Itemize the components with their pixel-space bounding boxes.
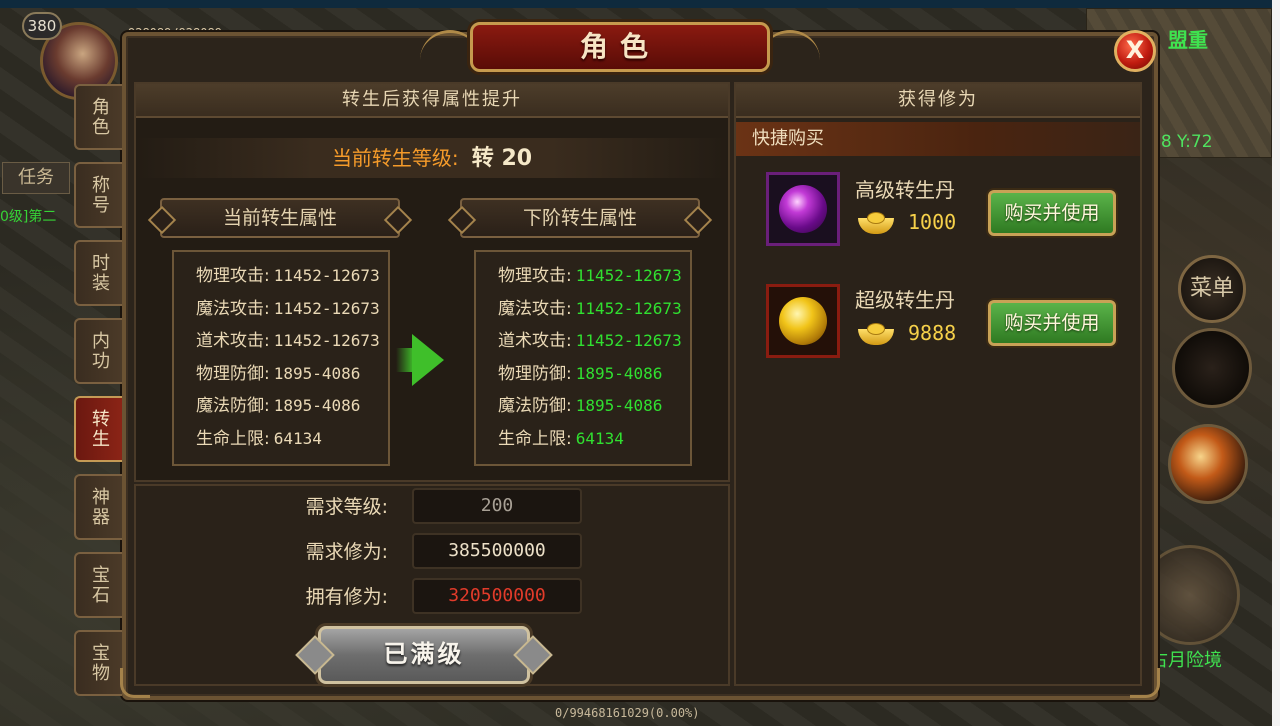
attr-row: 魔法防御: 1895-4086 [196,390,388,423]
quick-buy-bar: 快捷购买 [736,122,1140,156]
attr-name: 道术攻击: [498,331,572,351]
skill-slot-fire-icon[interactable] [1168,424,1248,504]
tab-rebirth[interactable]: 转生 [74,396,122,462]
close-button[interactable]: X [1114,30,1156,72]
attr-name: 魔法防御: [196,396,270,416]
rebirth-section-header: 转生后获得属性提升 [136,84,728,118]
corner-ornament-left [120,668,150,698]
attr-row: 生命上限: 64134 [498,423,690,456]
attr-name: 魔法攻击: [498,298,572,319]
attr-value: 11452-12673 [575,266,682,285]
corner-ornament-right [1130,668,1160,698]
max-level-button[interactable]: 已满级 [318,626,530,684]
gold-orb-icon[interactable] [766,284,840,358]
tab-treasure[interactable]: 宝物 [74,630,122,696]
item-name: 超级转生丹 [855,288,955,312]
attr-name: 生命上限: [196,428,270,449]
own-cultivation-label: 拥有修为: [305,586,388,608]
attr-row: 物理防御: 1895-4086 [498,358,690,391]
req-cultivation-row: 需求修为: 385500000 [270,533,590,571]
task-button[interactable]: 任务 [2,162,70,194]
attr-row: 道术攻击: 11452-12673 [196,325,388,358]
attr-value: 11452-12673 [273,266,380,285]
ingot-top [867,212,885,224]
attr-value: 1895-4086 [273,363,361,383]
current-attrs-header: 当前转生属性 [160,198,400,238]
attr-value: 11452-12673 [273,298,380,318]
attr-value: 1895-4086 [575,363,663,383]
next-attrs-list: 物理攻击: 11452-12673 魔法攻击: 11452-12673 道术攻击: 1… [474,250,692,466]
menu-button[interactable]: 菜单 [1178,255,1246,323]
current-rebirth-level: 当前转生等级: 转 20 [136,138,728,178]
zone-name-text: 古月险境 [1150,650,1222,671]
attr-row: 生命上限: 64134 [196,423,388,456]
attr-name: 魔法攻击: [196,298,270,319]
attr-name: 物理攻击: [196,266,270,286]
req-cultivation-label: 需求修为: [305,541,388,563]
tab-artifact[interactable]: 神器 [74,474,122,540]
attr-value: 1895-4086 [575,396,663,415]
attr-row: 物理防御: 1895-4086 [196,358,388,391]
req-level-label: 需求等级: [305,496,388,518]
attr-name: 道术攻击: [196,331,270,351]
buy-and-use-button[interactable]: 购买并使用 [988,300,1116,346]
attr-row: 物理攻击: 11452-12673 [196,260,388,293]
tab-inner-power[interactable]: 内功 [74,318,122,384]
purple-orb-icon[interactable] [766,172,840,246]
tab-title[interactable]: 称号 [74,162,122,228]
attr-name: 生命上限: [498,428,572,449]
bottom-exp-bar-text: 0/99468161029(0.00%) [555,706,700,720]
item-name: 高级转生丹 [855,178,955,202]
tab-character[interactable]: 角色 [74,84,122,150]
attr-value: 1895-4086 [273,396,361,415]
skill-slot-empty[interactable] [1172,328,1252,408]
own-cultivation-value: 320500000 [412,578,582,614]
attr-name: 物理攻击: [498,266,572,286]
attr-row: 道术攻击: 11452-12673 [498,325,690,358]
next-arrow-icon [412,334,444,386]
item-price: 1000 [908,210,957,234]
own-cultivation-row: 拥有修为: 320500000 [270,578,590,616]
minimap-location-name: 盟重 [1168,28,1208,52]
attr-value: 11452-12673 [273,331,380,350]
req-level-value: 200 [412,488,582,524]
tab-fashion[interactable]: 时装 [74,240,122,306]
attr-row: 魔法防御: 1895-4086 [498,390,690,423]
req-cultivation-value: 385500000 [412,533,582,569]
gain-cultivation-header: 获得修为 [736,84,1140,118]
gold-ingot-icon [858,210,894,234]
current-rebirth-level-value: 转 20 [471,146,533,171]
current-attrs-list: 物理攻击: 11452-12673 魔法攻击: 11452-12673 道术攻击: 1… [172,250,390,466]
next-attrs-header: 下阶转生属性 [460,198,700,238]
panel-title-plate: 角色 [470,22,770,72]
attr-name: 魔法防御: [498,396,572,416]
attr-name: 物理防御: [498,363,572,384]
orb-purple [779,185,827,233]
attr-row: 魔法攻击: 11452-12673 [498,293,690,326]
attr-value: 64134 [273,428,322,448]
task-tracker-text[interactable]: 0级]第二 [0,206,56,226]
attr-value: 11452-12673 [575,331,682,350]
item-price: 9888 [908,321,957,345]
attr-name: 物理防御: [196,363,270,384]
panel-title: 角色 [579,30,660,63]
attr-value: 64134 [575,428,624,448]
tab-gem[interactable]: 宝石 [74,552,122,618]
orb-gold [779,297,827,345]
player-level-badge: 380 [22,12,62,40]
minimap-coordinates: 68 Y:72 [1150,132,1213,152]
gold-ingot-icon [858,321,894,345]
right-edge-strip [1272,0,1280,726]
current-rebirth-level-label: 当前转生等级: [331,146,459,170]
attr-row: 物理攻击: 11452-12673 [498,260,690,293]
buy-and-use-button[interactable]: 购买并使用 [988,190,1116,236]
attr-row: 魔法攻击: 11452-12673 [196,293,388,326]
top-bar [0,0,1280,8]
ingot-top [867,323,885,335]
attr-value: 11452-12673 [575,298,682,318]
req-level-row: 需求等级: 200 [270,488,590,526]
